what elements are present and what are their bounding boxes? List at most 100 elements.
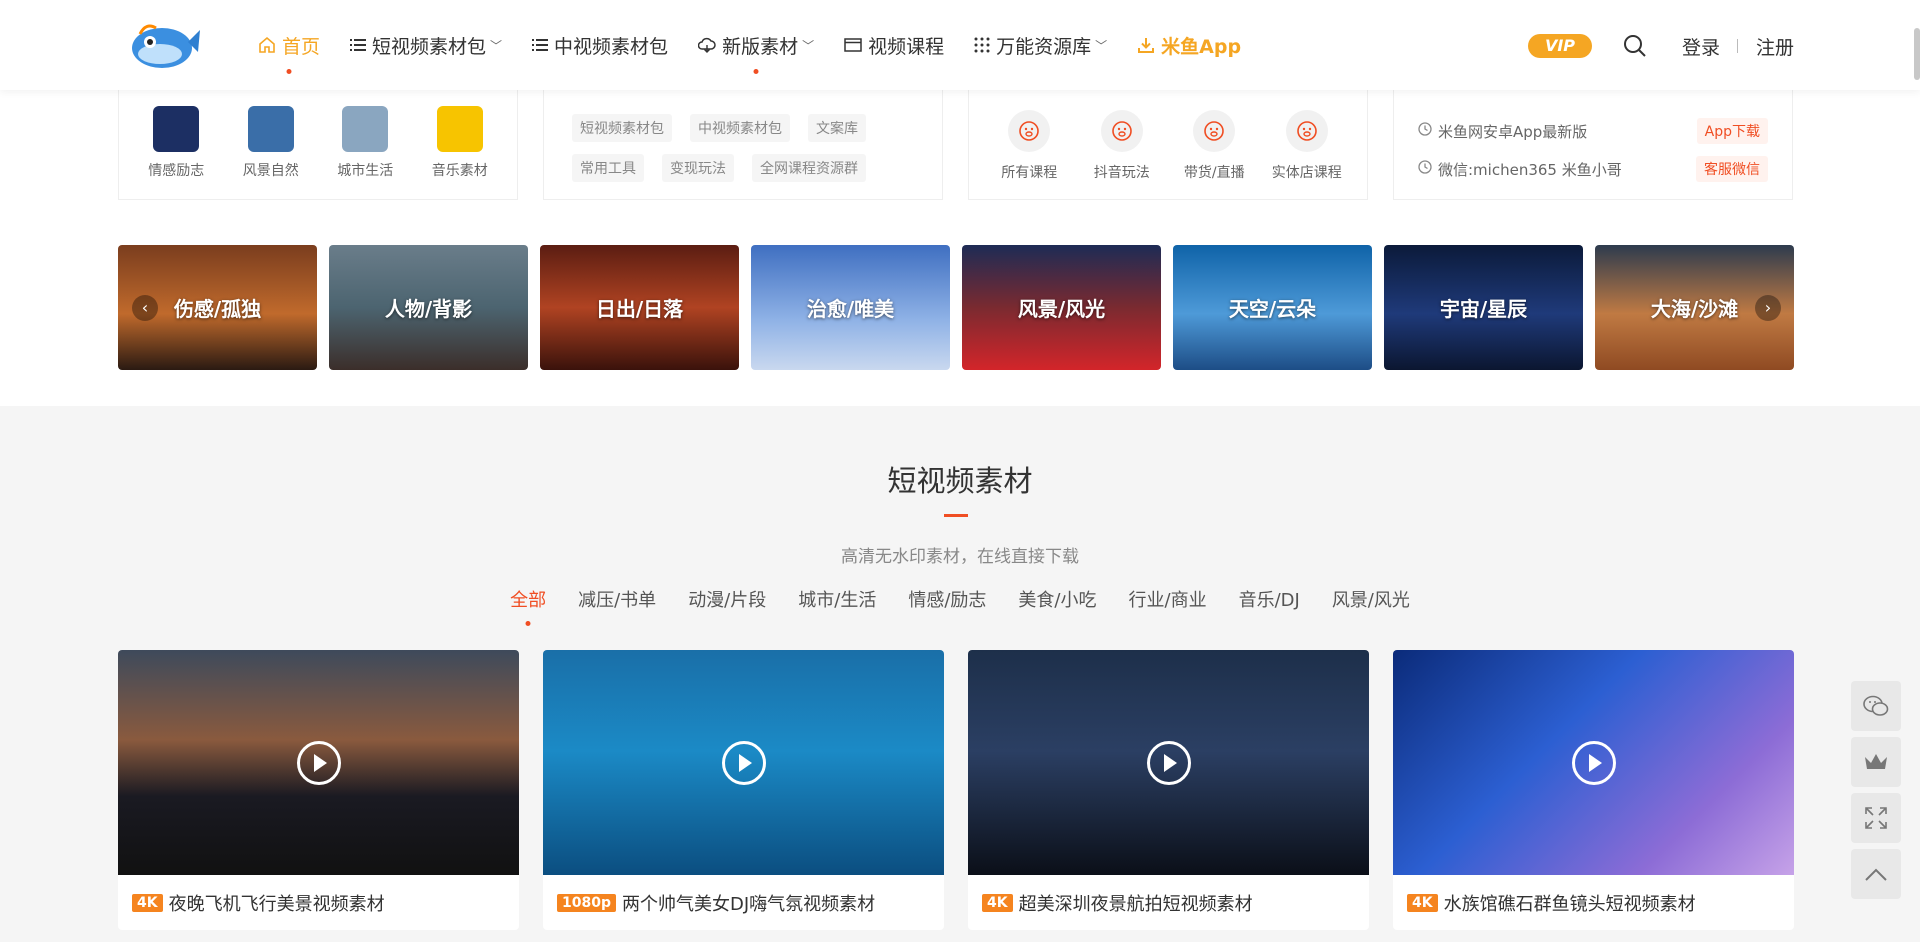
- video-title[interactable]: 水族馆礁石群鱼镜头短视频素材: [1444, 890, 1696, 916]
- app-download-button[interactable]: App下载: [1696, 118, 1768, 144]
- course-label: 实体店课程: [1271, 165, 1342, 181]
- course-all[interactable]: 所有课程: [984, 110, 1074, 182]
- vip-button[interactable]: VIP: [1528, 34, 1592, 58]
- category-emotion[interactable]: 情感励志: [136, 106, 216, 180]
- tag-monetize[interactable]: 变现玩法: [662, 154, 734, 182]
- course-store[interactable]: 实体店课程: [1262, 110, 1352, 182]
- chevron-down-icon: ﹀: [802, 38, 815, 53]
- chevron-right-icon[interactable]: ›: [1755, 294, 1781, 321]
- register-link[interactable]: 注册: [1756, 33, 1794, 60]
- pig-icon: [1285, 110, 1328, 152]
- category-label: 情感励志: [148, 163, 205, 179]
- login-link[interactable]: 登录: [1682, 33, 1720, 60]
- crown-icon[interactable]: [1851, 737, 1901, 787]
- nav-item-short-video-pack[interactable]: 短视频素材包 ﹀: [350, 0, 502, 90]
- tab-all[interactable]: 全部: [510, 586, 546, 612]
- tile-label: 宇宙/星辰: [1439, 297, 1528, 321]
- play-icon[interactable]: [296, 740, 341, 785]
- tile-label: 大海/沙滩: [1650, 297, 1739, 321]
- video-thumbnail[interactable]: [543, 650, 944, 875]
- info-row-app: 米鱼网安卓App最新版 App下载: [1394, 118, 1792, 144]
- tag-short-video-pack[interactable]: 短视频素材包: [572, 114, 672, 142]
- video-card[interactable]: 4K 超美深圳夜景航拍短视频素材: [968, 650, 1369, 930]
- nav-label: 视频课程: [868, 35, 945, 58]
- nav-label: 新版素材: [722, 35, 799, 58]
- tag-course-group[interactable]: 全网课程资源群: [752, 154, 866, 182]
- slider-tile[interactable]: 人物/背影: [329, 245, 528, 370]
- slider-tile[interactable]: 日出/日落: [540, 245, 739, 370]
- course-live[interactable]: 带货/直播: [1169, 110, 1259, 182]
- nav-item-new-materials[interactable]: 新版素材 ﹀: [698, 0, 814, 90]
- tile-label: 伤感/孤独: [173, 297, 262, 321]
- tag-tools[interactable]: 常用工具: [572, 154, 644, 182]
- video-thumbnail[interactable]: [1393, 650, 1794, 875]
- tab-music[interactable]: 音乐/DJ: [1239, 586, 1300, 612]
- arrow-up-icon[interactable]: [1851, 849, 1901, 899]
- main-nav: 首页 短视频素材包 ﹀ 中视频素材包 新版素材 ﹀ 视频课程 万能资源库 ﹀ 米…: [258, 0, 1271, 90]
- course-label: 抖音玩法: [1093, 165, 1150, 181]
- nav-item-mid-video-pack[interactable]: 中视频素材包: [532, 0, 668, 90]
- wechat-icon[interactable]: [1851, 681, 1901, 731]
- video-card[interactable]: 1080p 两个帅气美女DJ嗨气氛视频素材: [543, 650, 944, 930]
- service-wechat-button[interactable]: 客服微信: [1696, 156, 1768, 182]
- nav-item-resource-library[interactable]: 万能资源库 ﹀: [974, 0, 1107, 90]
- info-text: 米鱼网安卓App最新版: [1438, 122, 1588, 141]
- resolution-badge: 1080p: [557, 893, 616, 912]
- scrollbar-thumb[interactable]: [1914, 28, 1920, 80]
- tab-emotion[interactable]: 情感/励志: [908, 586, 986, 612]
- slider-tile[interactable]: 风景/风光: [962, 245, 1161, 370]
- tab-business[interactable]: 行业/商业: [1129, 586, 1207, 612]
- download-icon: [1137, 36, 1155, 54]
- video-title[interactable]: 超美深圳夜景航拍短视频素材: [1019, 890, 1253, 916]
- video-card[interactable]: 4K 夜晚飞机飞行美景视频素材: [118, 650, 519, 930]
- pig-icon: [1008, 110, 1051, 152]
- video-thumbnail[interactable]: [118, 650, 519, 875]
- nav-item-video-courses[interactable]: 视频课程: [844, 0, 944, 90]
- play-icon[interactable]: [721, 740, 766, 785]
- search-icon[interactable]: [1622, 33, 1648, 59]
- courses-card: 所有课程 抖音玩法 带货/直播 实体店课程: [968, 90, 1368, 200]
- category-city[interactable]: 城市生活: [325, 106, 405, 180]
- video-title[interactable]: 两个帅气美女DJ嗨气氛视频素材: [622, 890, 875, 916]
- tab-scenery[interactable]: 风景/风光: [1332, 586, 1410, 612]
- slider-tile[interactable]: 宇宙/星辰: [1384, 245, 1583, 370]
- course-label: 所有课程: [1001, 165, 1058, 181]
- play-icon[interactable]: [1146, 740, 1191, 785]
- nav-item-app-download[interactable]: 米鱼App: [1137, 0, 1241, 90]
- tile-label: 天空/云朵: [1228, 297, 1317, 321]
- video-title[interactable]: 夜晚飞机飞行美景视频素材: [169, 890, 385, 916]
- tag-copywriting[interactable]: 文案库: [808, 114, 866, 142]
- tile-label: 风景/风光: [1017, 297, 1106, 321]
- tag-mid-video-pack[interactable]: 中视频素材包: [690, 114, 790, 142]
- tile-label: 日出/日落: [595, 297, 684, 321]
- video-grid: 4K 夜晚飞机飞行美景视频素材 1080p 两个帅气美女DJ嗨气氛视频素材 4K 超美…: [118, 650, 1795, 930]
- chevron-left-icon[interactable]: ‹: [132, 294, 158, 321]
- tab-anime[interactable]: 动漫/片段: [688, 586, 766, 612]
- video-card[interactable]: 4K 水族馆礁石群鱼镜头短视频素材: [1393, 650, 1794, 930]
- play-icon[interactable]: [1571, 740, 1616, 785]
- slider-tile[interactable]: 治愈/唯美: [751, 245, 950, 370]
- divider: [1737, 39, 1738, 53]
- home-icon: [258, 36, 276, 54]
- active-dot: [286, 69, 292, 74]
- info-text: 微信:michen365 米鱼小哥: [1438, 160, 1622, 179]
- course-douyin[interactable]: 抖音玩法: [1077, 110, 1167, 182]
- tab-city[interactable]: 城市/生活: [798, 586, 876, 612]
- new-dot: [753, 69, 759, 74]
- site-logo[interactable]: [126, 12, 202, 74]
- course-label: 带货/直播: [1183, 165, 1245, 181]
- category-scenery[interactable]: 风景自然: [231, 106, 311, 180]
- video-thumbnail[interactable]: [968, 650, 1369, 875]
- nav-label: 首页: [282, 35, 321, 58]
- tab-food[interactable]: 美食/小吃: [1018, 586, 1096, 612]
- category-music[interactable]: 音乐素材: [420, 106, 500, 180]
- expand-icon[interactable]: [1851, 793, 1901, 843]
- chevron-down-icon: ﹀: [1095, 38, 1108, 53]
- resolution-badge: 4K: [132, 893, 163, 912]
- section-title: 短视频素材: [887, 464, 1033, 498]
- slider-tile[interactable]: 天空/云朵: [1173, 245, 1372, 370]
- tags-card: 短视频素材包 中视频素材包 文案库 常用工具 变现玩法 全网课程资源群: [543, 90, 943, 200]
- tab-decompress[interactable]: 减压/书单: [578, 586, 656, 612]
- info-row-wechat: 微信:michen365 米鱼小哥 客服微信: [1394, 156, 1792, 182]
- nav-item-home[interactable]: 首页: [258, 0, 320, 90]
